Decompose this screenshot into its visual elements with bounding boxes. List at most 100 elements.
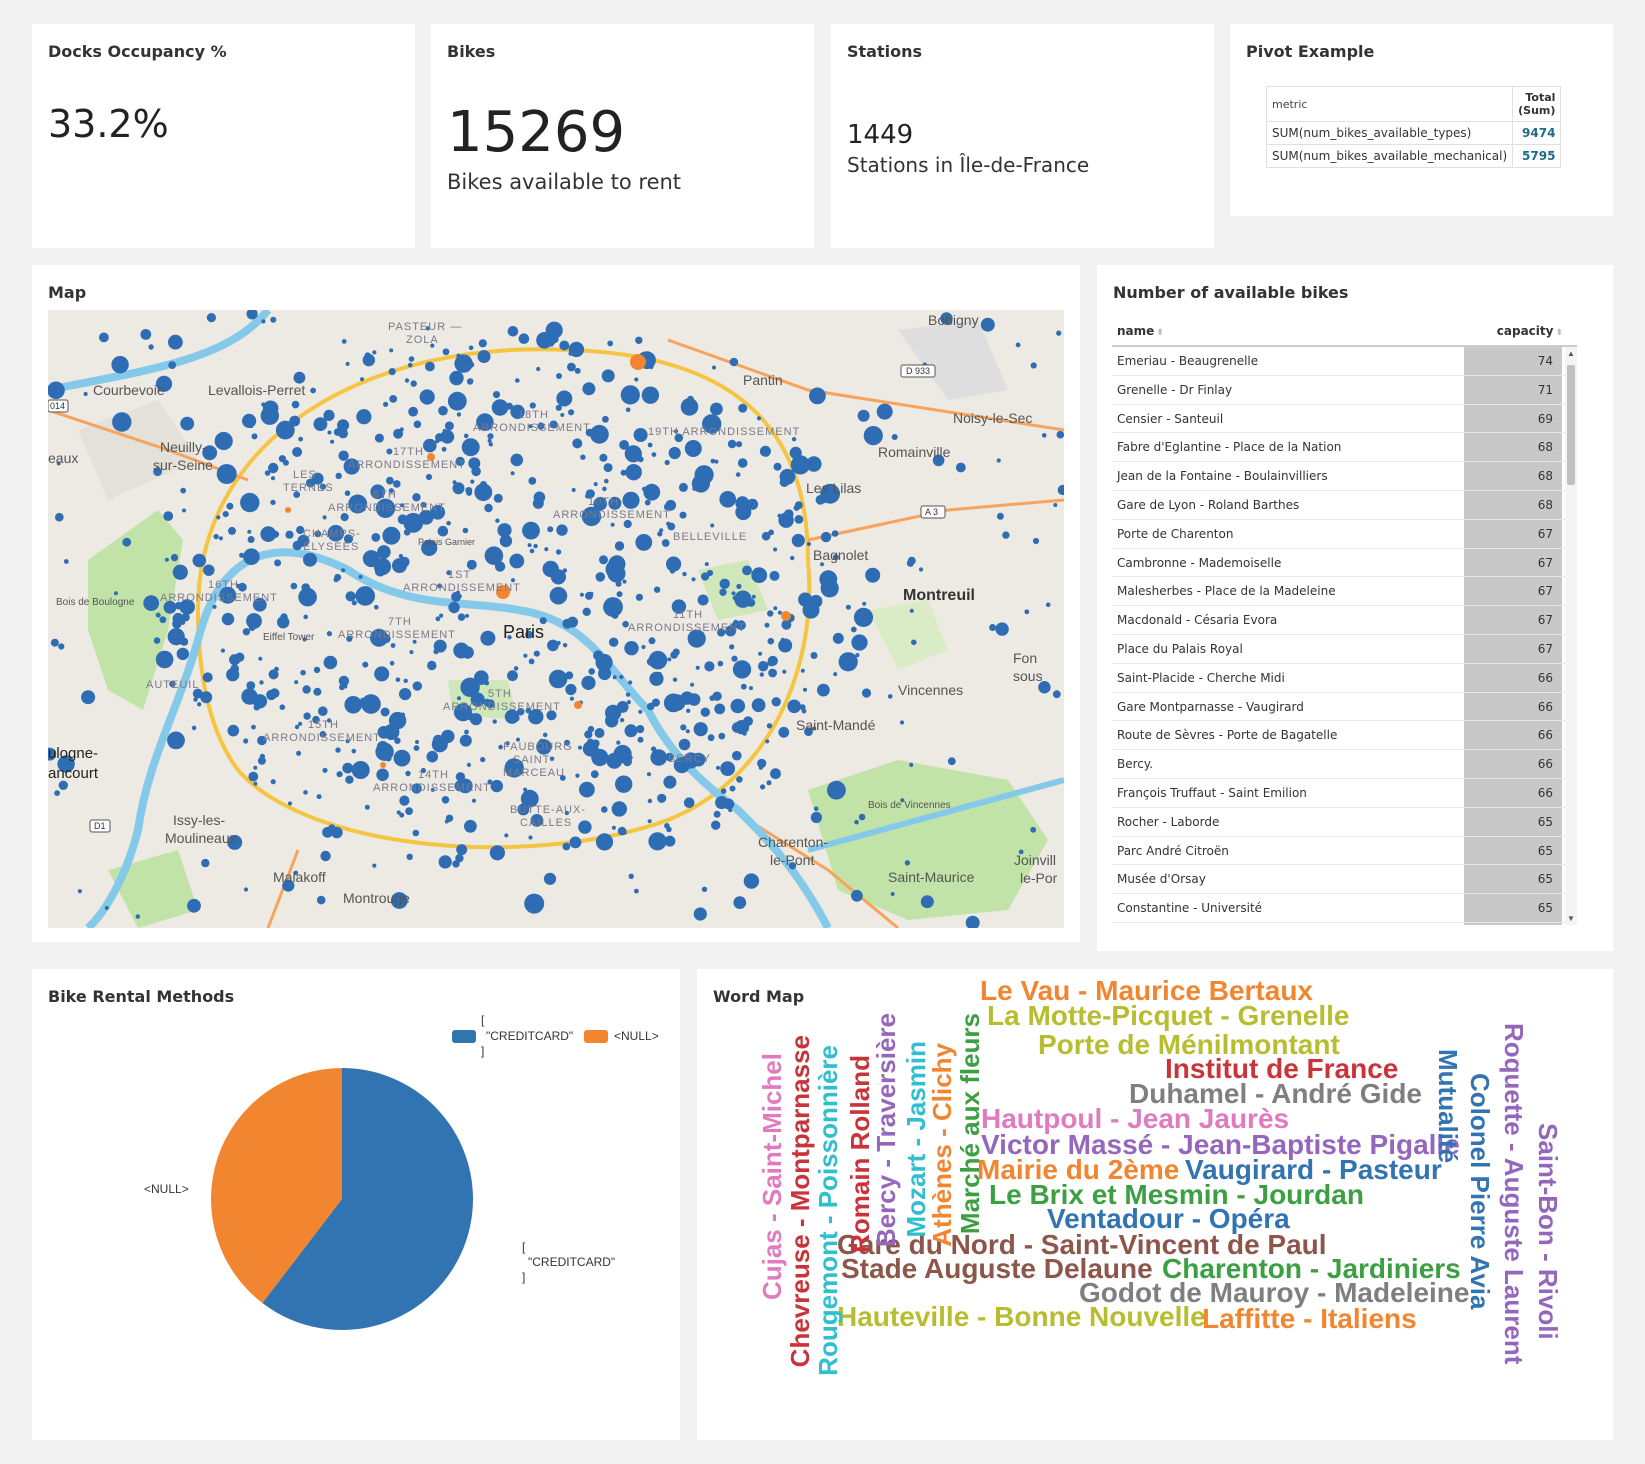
station-dot[interactable]	[651, 698, 661, 707]
station-dot[interactable]	[731, 722, 743, 733]
station-dot[interactable]	[214, 431, 233, 451]
station-dot[interactable]	[548, 669, 568, 689]
station-dot[interactable]	[227, 724, 240, 737]
station-dot[interactable]	[480, 481, 487, 488]
station-dot[interactable]	[528, 477, 537, 485]
station-dot[interactable]	[448, 601, 460, 614]
station-dot[interactable]	[1045, 602, 1051, 608]
scroll-thumb[interactable]	[1567, 365, 1575, 485]
station-dot[interactable]	[568, 351, 573, 356]
station-dot[interactable]	[732, 595, 737, 600]
station-dot[interactable]	[187, 898, 201, 913]
station-dot[interactable]	[821, 577, 827, 583]
station-dot[interactable]	[729, 785, 736, 792]
table-row[interactable]: Porte de Charenton 67	[1112, 519, 1577, 549]
station-dot[interactable]	[995, 622, 1009, 636]
station-dot[interactable]	[456, 412, 462, 417]
station-dot[interactable]	[447, 391, 467, 411]
station-dot[interactable]	[371, 533, 381, 542]
station-dot[interactable]	[620, 385, 640, 405]
station-dot[interactable]	[778, 726, 790, 738]
station-dot[interactable]	[791, 533, 805, 548]
station-dot[interactable]	[707, 734, 715, 742]
station-dot[interactable]	[287, 801, 293, 806]
station-dot[interactable]	[243, 887, 249, 892]
station-dot[interactable]	[773, 462, 782, 471]
station-dot[interactable]	[412, 493, 419, 500]
station-dot[interactable]	[693, 907, 707, 921]
station-dot[interactable]	[382, 526, 401, 545]
station-dot[interactable]	[159, 616, 167, 624]
station-dot[interactable]	[664, 459, 670, 466]
station-dot[interactable]	[771, 697, 781, 707]
station-dot[interactable]	[392, 558, 407, 574]
station-dot[interactable]	[358, 574, 363, 579]
station-dot[interactable]	[637, 736, 644, 743]
station-dot[interactable]	[965, 915, 980, 928]
station-dot[interactable]	[480, 630, 496, 646]
station-dot[interactable]	[858, 813, 866, 821]
station-dot[interactable]	[164, 557, 169, 562]
station-dot[interactable]	[729, 644, 735, 650]
station-dot[interactable]	[617, 826, 627, 836]
station-dot[interactable]	[813, 806, 819, 812]
station-dot[interactable]	[624, 445, 642, 463]
table-row[interactable]: Macdonald - Césaria Evora 67	[1112, 606, 1577, 635]
station-dot[interactable]	[373, 558, 392, 576]
station-dot[interactable]	[574, 367, 581, 374]
station-dot[interactable]	[444, 819, 449, 824]
station-dot[interactable]	[507, 326, 519, 337]
station-dot[interactable]	[648, 637, 656, 645]
station-dot[interactable]	[111, 356, 129, 374]
station-dot[interactable]	[556, 390, 573, 407]
station-dot[interactable]	[678, 738, 691, 751]
station-dot[interactable]	[433, 639, 447, 653]
station-dot[interactable]	[612, 675, 617, 680]
station-dot[interactable]	[242, 413, 257, 428]
station-dot[interactable]	[408, 356, 415, 362]
station-dot[interactable]	[374, 433, 384, 443]
station-dot[interactable]	[322, 515, 327, 520]
station-dot[interactable]	[624, 641, 639, 656]
station-dot[interactable]	[440, 429, 455, 444]
station-dot[interactable]	[491, 399, 509, 416]
station-dot[interactable]	[713, 810, 721, 818]
station-dot[interactable]	[635, 534, 653, 551]
station-dot[interactable]	[782, 669, 787, 674]
station-dot[interactable]	[301, 583, 310, 592]
station-dot[interactable]	[522, 521, 540, 540]
station-dot[interactable]	[732, 660, 752, 679]
station-dot[interactable]	[261, 319, 266, 324]
station-dot[interactable]	[758, 765, 763, 770]
station-dot[interactable]	[920, 895, 934, 909]
station-dot[interactable]	[1052, 690, 1061, 699]
station-dot[interactable]	[625, 692, 631, 697]
station-dot[interactable]	[435, 616, 441, 622]
station-dot[interactable]	[143, 595, 160, 611]
station-dot[interactable]	[351, 761, 370, 779]
station-dot[interactable]	[180, 416, 195, 431]
station-dot[interactable]	[344, 490, 351, 496]
station-dot-null[interactable]	[630, 354, 646, 370]
station-dot[interactable]	[635, 593, 644, 601]
word-cloud-term[interactable]: Saint-Bon - Rivoli	[1533, 1123, 1563, 1340]
station-dot[interactable]	[605, 704, 622, 721]
station-dot[interactable]	[408, 406, 418, 417]
station-dot[interactable]	[470, 479, 475, 484]
station-dot[interactable]	[890, 892, 895, 896]
station-dot[interactable]	[746, 598, 756, 607]
station-dot[interactable]	[300, 669, 306, 676]
station-dot[interactable]	[714, 459, 719, 464]
word-cloud-term[interactable]: Mozart - Jasmin	[901, 1041, 931, 1238]
station-dot[interactable]	[461, 646, 474, 659]
station-dot[interactable]	[904, 860, 911, 866]
station-dot[interactable]	[339, 684, 345, 691]
station-dot[interactable]	[542, 732, 548, 738]
station-dot[interactable]	[81, 690, 96, 705]
station-dot[interactable]	[303, 552, 317, 567]
station-dot[interactable]	[911, 639, 917, 646]
station-dot[interactable]	[800, 668, 805, 673]
station-dot[interactable]	[709, 695, 716, 701]
station-dot[interactable]	[668, 446, 681, 460]
station-dot[interactable]	[58, 643, 65, 650]
